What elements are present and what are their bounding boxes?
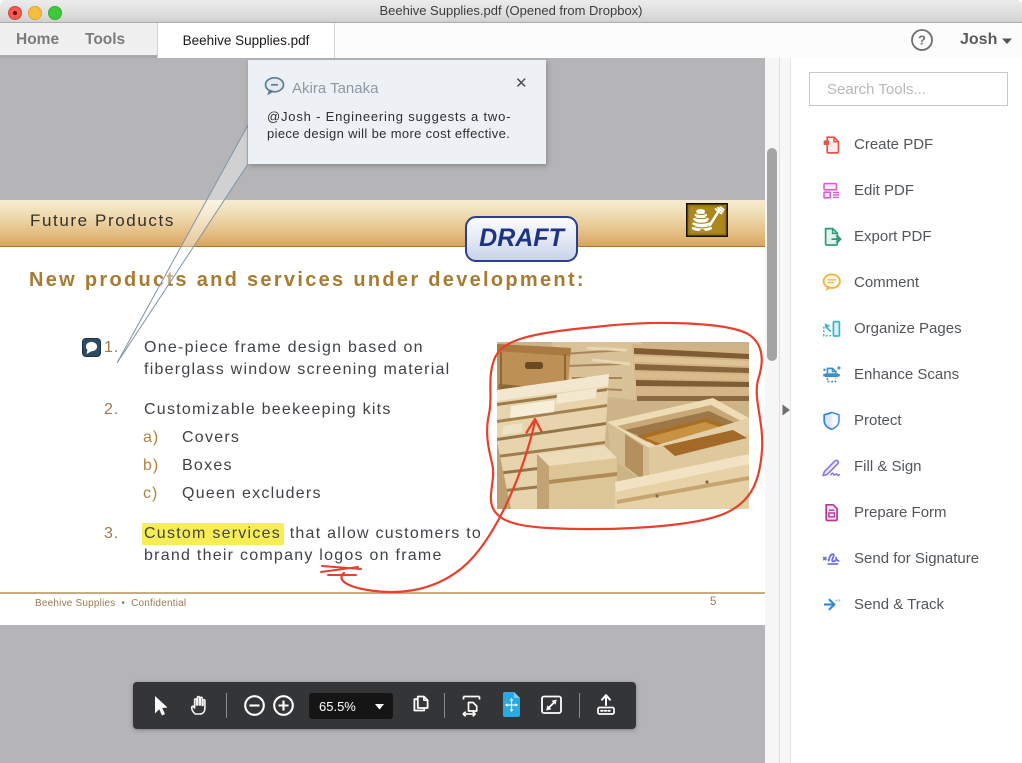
svg-text:?: ? <box>918 33 926 48</box>
